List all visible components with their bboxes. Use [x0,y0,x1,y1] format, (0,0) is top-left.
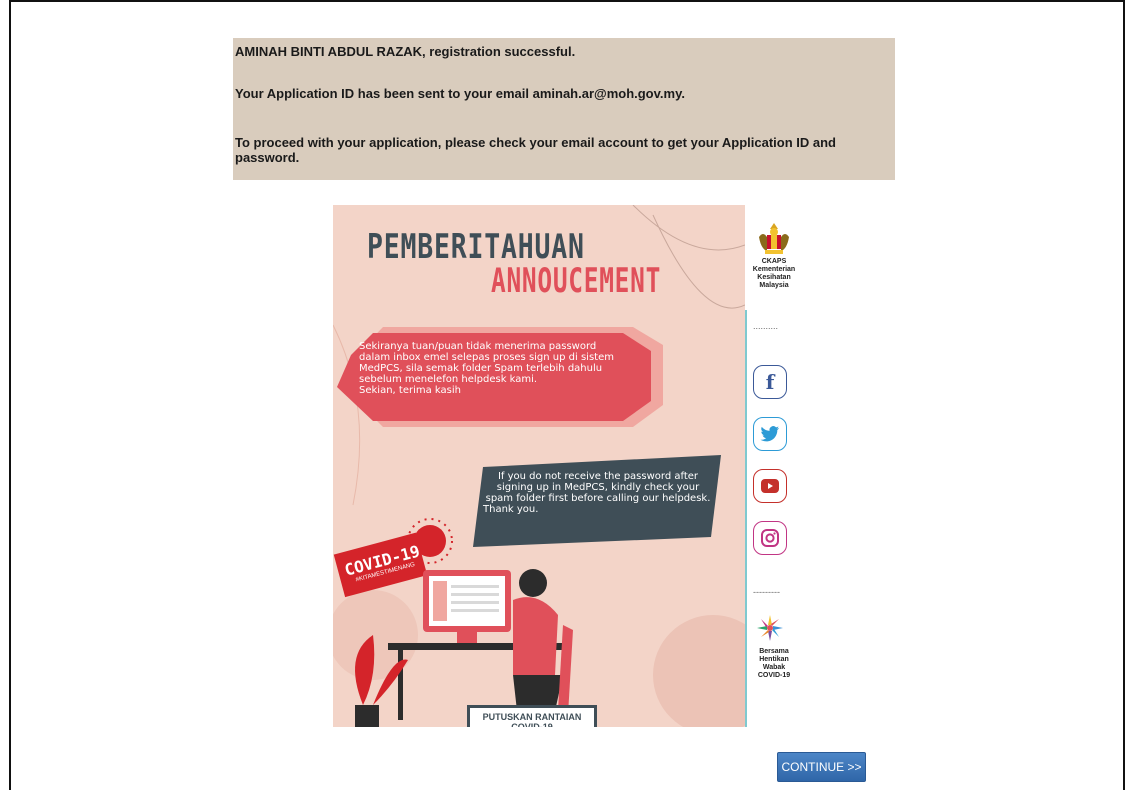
announcement-poster: PEMBERITAHUAN ANNOUCEMENT Sekiranya tuan… [333,205,745,727]
instructions-line: To proceed with your application, please… [235,135,836,165]
dotted-divider: .......... [753,321,779,331]
poster-sidebar: CKAPS Kementerian Kesihatan Malaysia ...… [745,205,795,727]
instagram-icon[interactable] [753,521,787,555]
email-sent-line: Your Application ID has been sent to you… [235,86,685,101]
dashed-divider: --------- [753,587,780,597]
campaign-logo [755,613,785,643]
bottom-banner: PUTUSKAN RANTAIAN COVID-19 [482,712,582,727]
facebook-icon[interactable]: f [753,365,787,399]
notice-english: If you do not receive the password after… [483,471,711,515]
coat-of-arms-logo [757,221,791,255]
notice-malay: Sekiranya tuan/puan tidak menerima passw… [359,341,614,396]
youtube-icon[interactable] [753,469,787,503]
success-line: AMINAH BINTI ABDUL RAZAK, registration s… [235,44,576,59]
org-label: CKAPS Kementerian Kesihatan Malaysia [752,258,796,289]
twitter-icon[interactable] [753,417,787,451]
continue-button[interactable]: CONTINUE >> [777,752,866,782]
registration-message: AMINAH BINTI ABDUL RAZAK, registration s… [233,38,895,180]
title-announcement: ANNOUCEMENT [491,261,662,301]
campaign-label: Bersama Hentikan Wabak COVID-19 [757,648,791,679]
